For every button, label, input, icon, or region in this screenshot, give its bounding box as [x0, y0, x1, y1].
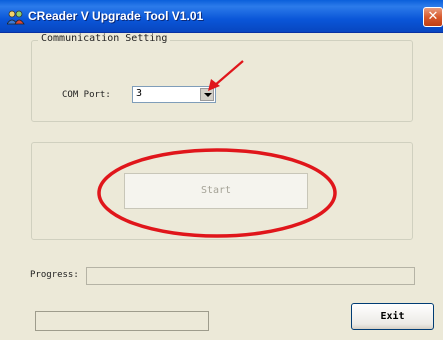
start-button[interactable]: Start [124, 173, 308, 209]
communication-setting-group [31, 40, 413, 122]
window-title: CReader V Upgrade Tool V1.01 [28, 9, 204, 23]
exit-button[interactable]: Exit [351, 303, 434, 330]
progress-label: Progress: [30, 270, 79, 280]
com-port-dropdown[interactable]: 3 [132, 86, 216, 103]
com-port-label: COM Port: [62, 90, 111, 100]
app-people-icon [7, 10, 25, 25]
progress-bar [86, 267, 415, 285]
communication-setting-legend: Communication Setting [38, 33, 171, 44]
com-port-value: 3 [136, 88, 143, 99]
close-icon: ✕ [427, 9, 439, 24]
title-bar: CReader V Upgrade Tool V1.01 ✕ [0, 0, 443, 33]
close-button[interactable]: ✕ [423, 7, 443, 27]
dropdown-button[interactable] [200, 88, 214, 101]
status-box [35, 311, 209, 331]
chevron-down-icon [204, 93, 212, 97]
